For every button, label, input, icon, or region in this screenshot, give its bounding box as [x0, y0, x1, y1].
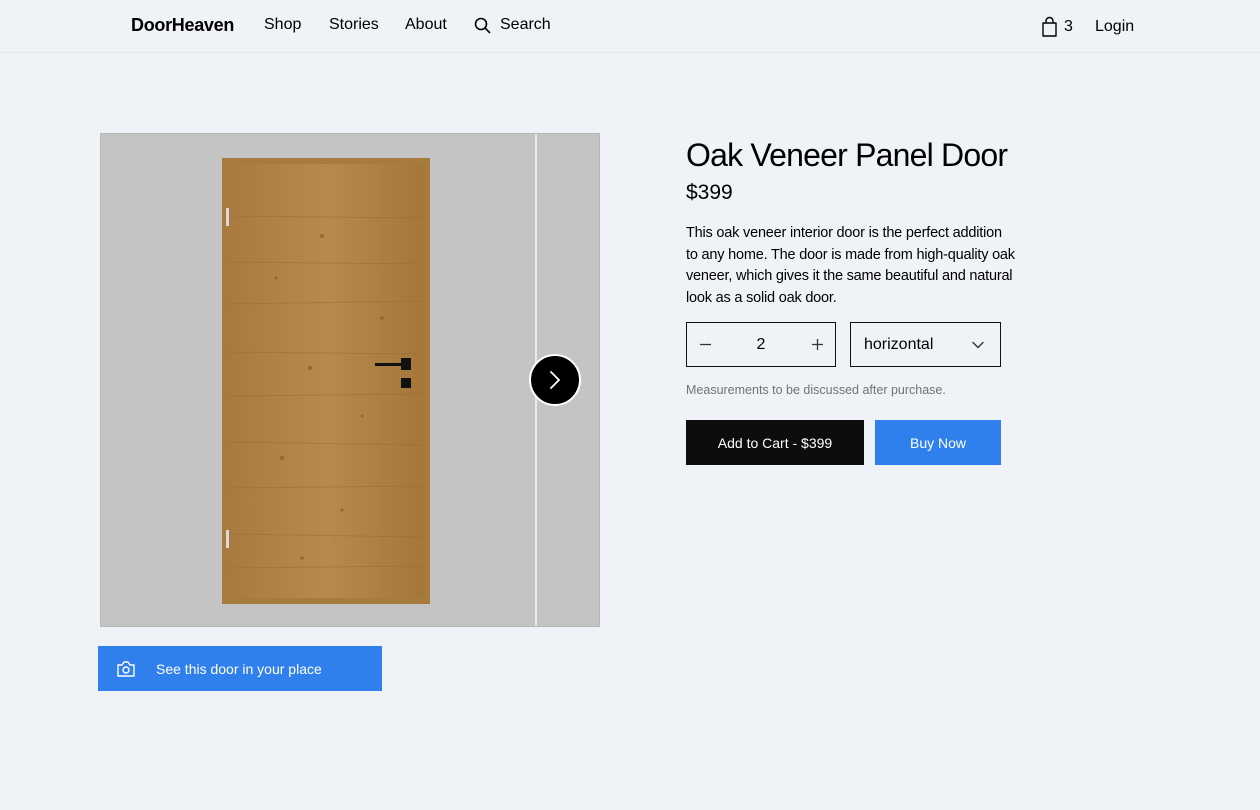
product-gallery — [100, 133, 600, 627]
quantity-input[interactable] — [731, 335, 791, 354]
nav-search[interactable]: Search — [474, 16, 551, 34]
measurements-note: Measurements to be discussed after purch… — [686, 383, 946, 397]
buy-now-button[interactable]: Buy Now — [875, 420, 1001, 465]
product-description: This oak veneer interior door is the per… — [686, 225, 1015, 306]
quantity-stepper — [686, 322, 836, 367]
minus-icon[interactable] — [697, 337, 713, 353]
chevron-right-icon — [548, 370, 562, 390]
orientation-value: horizontal — [864, 335, 934, 353]
camera-icon — [116, 660, 136, 678]
nav-shop[interactable]: Shop — [264, 16, 301, 34]
site-header: DoorHeaven Shop Stories About Search 3 L… — [0, 0, 1260, 53]
door-image — [222, 158, 430, 604]
cart-button[interactable]: 3 — [1041, 16, 1073, 37]
see-in-your-place-label: See this door in your place — [156, 660, 322, 677]
product-price: $399 — [686, 181, 733, 204]
login-link[interactable]: Login — [1095, 18, 1134, 36]
search-label: Search — [500, 16, 551, 33]
product-title: Oak Veneer Panel Door — [686, 137, 1008, 173]
nav-stories[interactable]: Stories — [329, 16, 379, 34]
orientation-select[interactable]: horizontal — [850, 322, 1001, 367]
plus-icon[interactable] — [809, 337, 825, 353]
logo[interactable]: DoorHeaven — [131, 15, 234, 36]
search-icon — [474, 17, 491, 34]
chevron-down-icon — [972, 341, 984, 349]
nav-about[interactable]: About — [405, 16, 447, 34]
shopping-bag-icon — [1041, 16, 1058, 37]
add-to-cart-button[interactable]: Add to Cart - $399 — [686, 420, 864, 465]
next-image-button[interactable] — [529, 354, 581, 406]
see-in-your-place-button[interactable]: See this door in your place — [98, 646, 382, 691]
cart-count: 3 — [1064, 17, 1073, 35]
